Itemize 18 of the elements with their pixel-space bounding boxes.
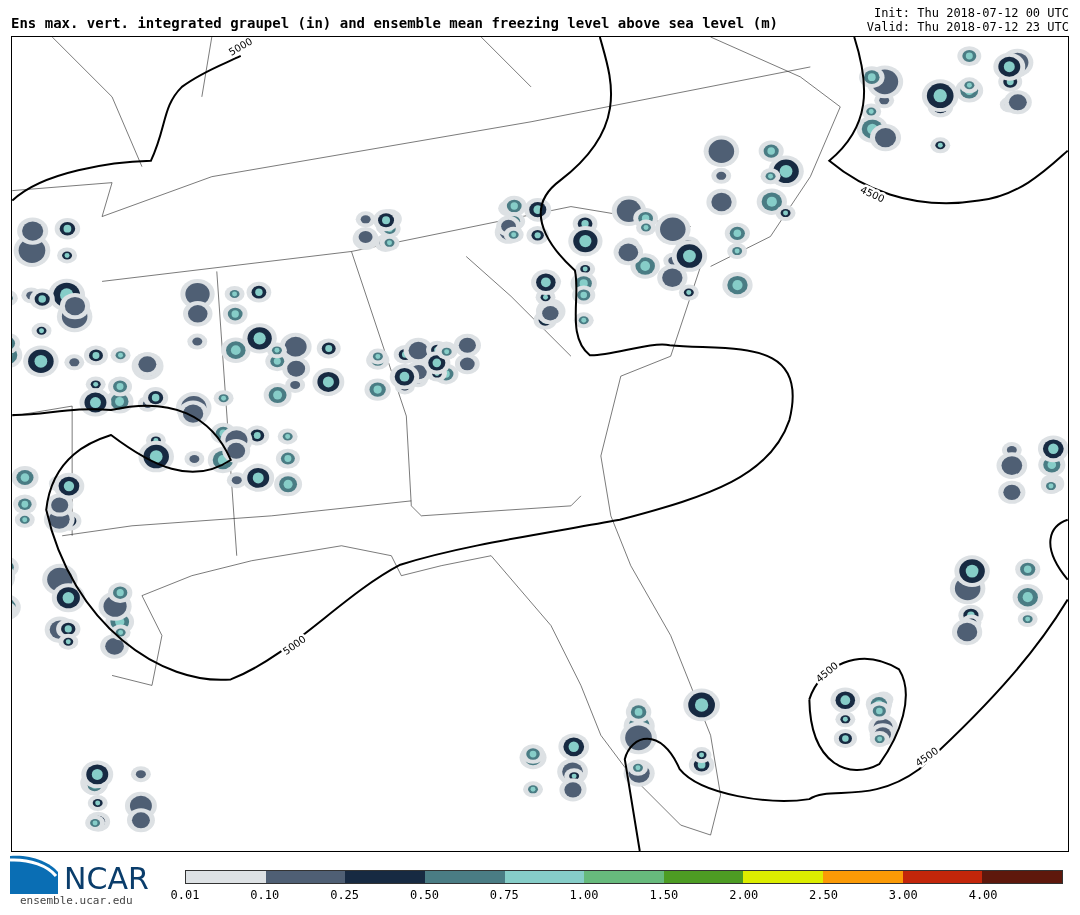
colorbar-label: 0.01 xyxy=(170,888,200,902)
logo-wordmark: NCAR xyxy=(64,864,149,894)
init-time: Init: Thu 2018-07-12 00 UTC xyxy=(873,6,1069,20)
colorbar-label: 1.00 xyxy=(569,888,599,902)
colorbar-label: 3.00 xyxy=(888,888,918,902)
valid-time: Valid: Thu 2018-07-12 23 UTC xyxy=(866,20,1069,34)
colorbar-label: 2.00 xyxy=(729,888,759,902)
colorbar-label: 0.50 xyxy=(410,888,439,902)
chart-title: Ens max. vert. integrated graupel (in) and ensemble mean freezing level above sea level (m) xyxy=(11,15,778,33)
colorbar-label: 0.10 xyxy=(250,888,280,902)
site-url: ensemble.ucar.edu xyxy=(20,894,134,907)
colorbar-label: 0.75 xyxy=(489,888,519,902)
colorbar-label: 1.50 xyxy=(649,888,679,902)
contour-label: 4500 xyxy=(858,183,887,205)
colorbar-label: 2.50 xyxy=(809,888,838,902)
colorbar-label: 0.25 xyxy=(330,888,360,902)
colorbar-label: 4.00 xyxy=(968,888,998,902)
swoosh-logo-icon xyxy=(10,854,58,894)
